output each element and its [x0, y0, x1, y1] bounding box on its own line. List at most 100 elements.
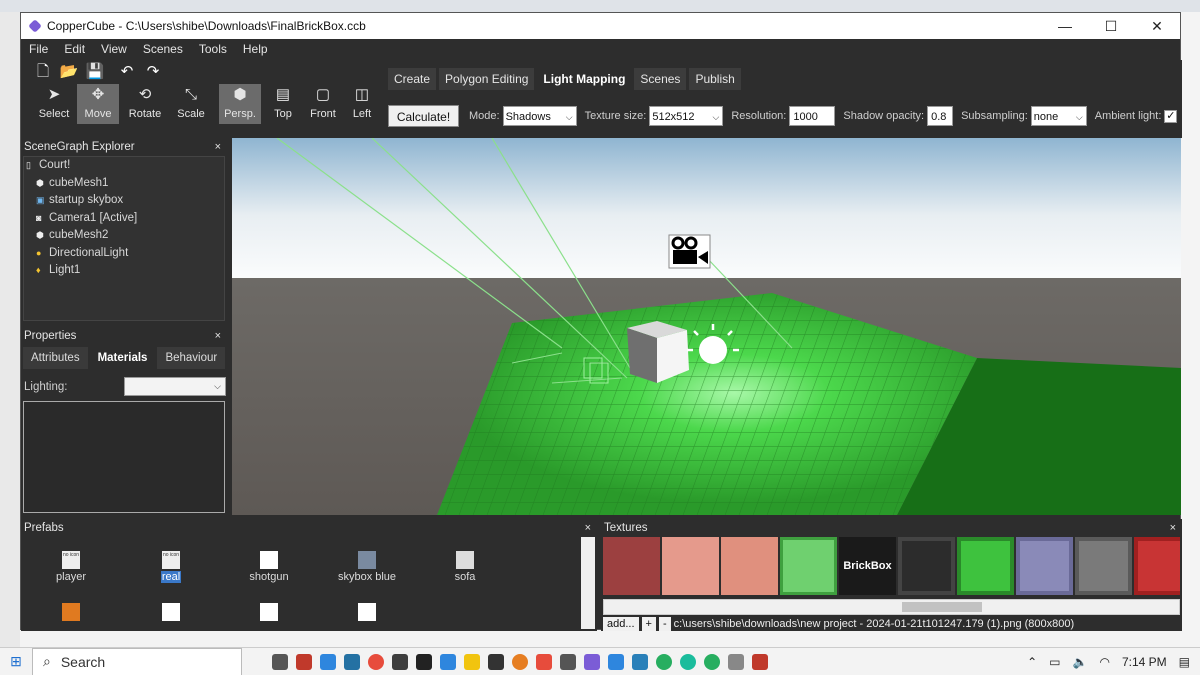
close-icon[interactable]: ×: [215, 138, 221, 156]
tree-node-cubemesh1[interactable]: ⬢ cubeMesh1: [24, 175, 224, 193]
lighting-select[interactable]: ⌵: [124, 377, 226, 396]
menu-file[interactable]: File: [21, 42, 56, 56]
tab-light-mapping[interactable]: Light Mapping: [537, 68, 632, 90]
wifi-icon[interactable]: ◠: [1099, 655, 1109, 669]
prefabs-scrollbar[interactable]: [581, 537, 595, 629]
minimize-button[interactable]: —: [1042, 13, 1088, 39]
tree-node-court[interactable]: ▯ Court!: [24, 157, 224, 175]
open-folder-icon[interactable]: 📂: [59, 63, 79, 81]
tab-scenes[interactable]: Scenes: [634, 68, 687, 90]
scale-tool-button[interactable]: ⤡ Scale: [170, 84, 212, 124]
app-icon[interactable]: [512, 653, 528, 670]
texture-thumbnail[interactable]: [1016, 537, 1073, 595]
mail-icon[interactable]: [344, 653, 360, 670]
prefab-real[interactable]: no icon real: [131, 551, 211, 583]
shadow-opacity-input[interactable]: 0.8: [927, 106, 954, 126]
taskbar-search[interactable]: ⌕ Search: [32, 647, 242, 675]
tree-node-light1[interactable]: ♦ Light1: [24, 262, 224, 280]
coppercube-icon[interactable]: [584, 653, 600, 670]
chrome-icon[interactable]: [368, 653, 384, 670]
tab-materials[interactable]: Materials: [89, 347, 156, 369]
select-tool-button[interactable]: ➤ Select: [33, 84, 75, 124]
tree-node-skybox[interactable]: ▣ startup skybox: [24, 192, 224, 210]
texture-thumbnail[interactable]: [721, 537, 778, 595]
top-view-button[interactable]: ▤ Top: [262, 84, 304, 124]
move-tool-button[interactable]: ✥ Move: [77, 84, 119, 124]
battery-icon[interactable]: ▭: [1049, 655, 1060, 669]
close-button[interactable]: ✕: [1134, 13, 1180, 39]
tree-node-camera1[interactable]: ◙ Camera1 [Active]: [24, 210, 224, 228]
resolution-input[interactable]: 1000: [789, 106, 836, 126]
subsampling-select[interactable]: none ⌵: [1030, 106, 1087, 126]
prefab-item[interactable]: [327, 603, 407, 623]
prefab-item[interactable]: [131, 603, 211, 623]
new-file-icon[interactable]: 🗋: [33, 63, 53, 81]
tab-create[interactable]: Create: [388, 68, 437, 90]
app-icon[interactable]: [752, 653, 768, 670]
app-icon[interactable]: [320, 653, 336, 670]
menu-scenes[interactable]: Scenes: [135, 42, 191, 56]
clock[interactable]: 7:14 PM: [1122, 655, 1167, 669]
ambient-light-checkbox[interactable]: ✓: [1164, 109, 1178, 123]
app-icon[interactable]: [560, 653, 576, 670]
menu-view[interactable]: View: [93, 42, 135, 56]
undo-icon[interactable]: ↶: [117, 63, 137, 81]
textures-scrollbar[interactable]: [603, 599, 1180, 615]
app-icon[interactable]: [488, 653, 504, 670]
left-view-button[interactable]: ◫ Left: [341, 84, 383, 124]
scrollbar-thumb[interactable]: [902, 602, 982, 612]
redo-icon[interactable]: ↷: [143, 63, 163, 81]
youtube-icon[interactable]: [536, 653, 552, 670]
app-icon[interactable]: [392, 653, 408, 670]
app-icon[interactable]: [728, 653, 744, 670]
texture-thumbnail[interactable]: [957, 537, 1014, 595]
front-view-button[interactable]: ▢ Front: [302, 84, 344, 124]
prefab-skybox-blue[interactable]: skybox blue: [327, 551, 407, 583]
tab-publish[interactable]: Publish: [689, 68, 741, 90]
menu-tools[interactable]: Tools: [191, 42, 235, 56]
add-texture-button[interactable]: add...: [603, 617, 639, 631]
chrome-icon[interactable]: [704, 653, 720, 670]
notifications-icon[interactable]: ▤: [1179, 655, 1190, 669]
texture-thumbnail[interactable]: [1075, 537, 1132, 595]
close-icon[interactable]: ×: [585, 519, 591, 537]
plus-button[interactable]: +: [641, 617, 656, 631]
app-icon[interactable]: [632, 653, 648, 670]
texture-thumbnail[interactable]: [603, 537, 660, 595]
prefab-player[interactable]: no icon player: [31, 551, 111, 583]
chrome-icon[interactable]: [656, 653, 672, 670]
close-icon[interactable]: ×: [1170, 519, 1176, 537]
calculate-button[interactable]: Calculate!: [388, 105, 459, 127]
tab-attributes[interactable]: Attributes: [23, 347, 88, 369]
edge-icon[interactable]: [680, 653, 696, 670]
prefab-item[interactable]: [229, 603, 309, 623]
prefab-item[interactable]: [31, 603, 111, 623]
tab-polygon-editing[interactable]: Polygon Editing: [439, 68, 535, 90]
menu-edit[interactable]: Edit: [56, 42, 93, 56]
maximize-button[interactable]: ☐: [1088, 13, 1134, 39]
volume-icon[interactable]: 🔈: [1073, 655, 1088, 669]
menu-help[interactable]: Help: [235, 42, 276, 56]
tree-node-directionallight[interactable]: ● DirectionalLight: [24, 245, 224, 263]
3d-viewport[interactable]: [232, 138, 1181, 515]
prefab-sofa[interactable]: sofa: [425, 551, 505, 583]
app-icon[interactable]: [440, 653, 456, 670]
tab-behaviour[interactable]: Behaviour: [157, 347, 226, 369]
save-icon[interactable]: 💾: [85, 63, 105, 81]
app-icon[interactable]: [416, 653, 432, 670]
texture-thumbnail[interactable]: [1134, 537, 1180, 595]
prefab-shotgun[interactable]: shotgun: [229, 551, 309, 583]
texture-thumbnail[interactable]: [662, 537, 719, 595]
perspective-view-button[interactable]: ⬢ Persp.: [219, 84, 261, 124]
mode-select[interactable]: Shadows ⌵: [502, 106, 577, 126]
chevron-up-icon[interactable]: ⌃: [1027, 655, 1037, 669]
tree-node-cubemesh2[interactable]: ⬢ cubeMesh2: [24, 227, 224, 245]
app-icon[interactable]: [608, 653, 624, 670]
folder-icon[interactable]: [464, 653, 480, 670]
close-icon[interactable]: ×: [215, 327, 221, 345]
texture-thumbnail[interactable]: [780, 537, 837, 595]
rotate-tool-button[interactable]: ⟲ Rotate: [124, 84, 166, 124]
task-view-icon[interactable]: [272, 653, 288, 670]
texture-thumbnail[interactable]: [898, 537, 955, 595]
texture-thumbnail-brickbox[interactable]: BrickBox: [839, 537, 896, 595]
